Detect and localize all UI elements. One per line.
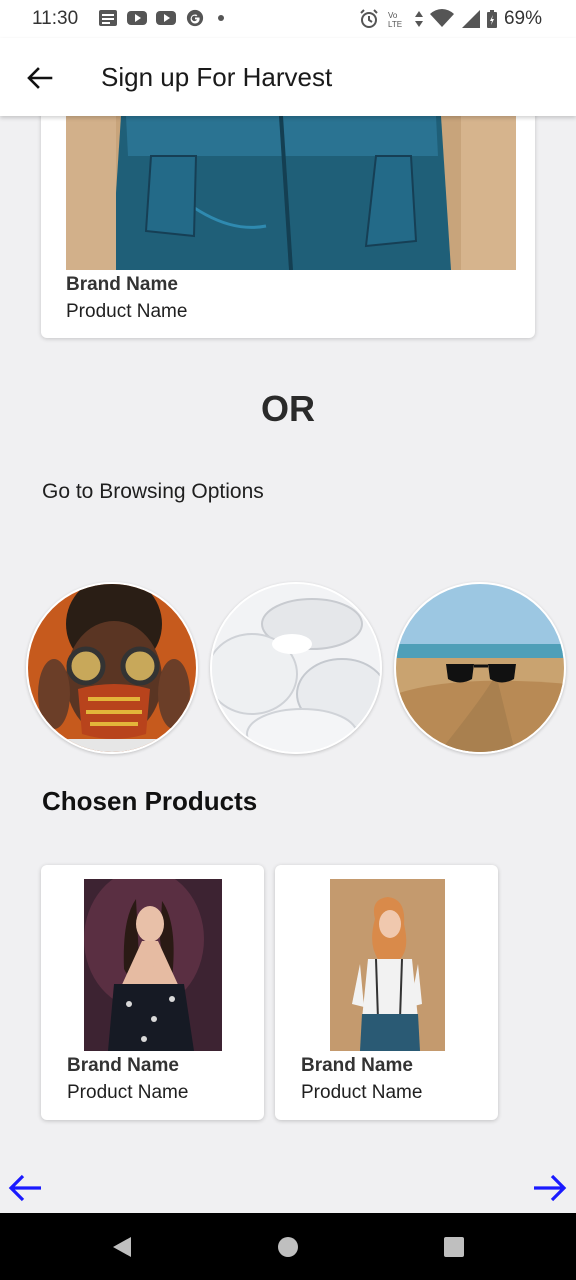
nav-back-icon (113, 1237, 131, 1257)
brand-name: Brand Name (67, 1055, 179, 1076)
page-title: Sign up For Harvest (101, 62, 333, 92)
nav-recents-button[interactable] (440, 1233, 468, 1261)
product-name: Product Name (301, 1082, 423, 1103)
browse-options-label: Go to Browsing Options (42, 480, 264, 503)
product-name: Product Name (67, 1082, 189, 1103)
alarm-icon (360, 9, 378, 28)
nav-home-icon (278, 1237, 298, 1257)
data-arrows-icon (414, 11, 423, 27)
arrow-left-icon (27, 67, 53, 89)
chosen-products-title: Chosen Products (42, 786, 258, 816)
browse-option-2[interactable] (210, 582, 382, 754)
system-navigation-bar (0, 1213, 576, 1280)
arrow-left-icon (8, 1174, 41, 1202)
woman-dark-dress-photo (84, 879, 222, 1051)
status-bar: 11:30 Vo LTE 69% (0, 0, 576, 38)
person-with-goggles-and-mask-photo (28, 584, 196, 752)
or-divider: OR (261, 388, 315, 429)
chosen-product-card[interactable]: Brand Name Product Name (275, 865, 498, 1120)
browse-option-1[interactable] (26, 582, 198, 754)
sunglasses-on-beach-photo (396, 584, 564, 752)
next-button[interactable] (530, 1168, 570, 1208)
svg-text:LTE: LTE (388, 20, 402, 29)
nav-back-button[interactable] (108, 1233, 136, 1261)
news-icon (99, 10, 117, 26)
system-status-icons: Vo LTE 69% (358, 8, 542, 30)
denim-shorts-photo (66, 116, 516, 270)
volte-icon: VoLTE (388, 11, 402, 29)
google-icon (186, 9, 204, 27)
battery-icon (486, 10, 497, 28)
woman-white-shirt-photo (330, 879, 445, 1051)
back-button[interactable] (22, 60, 58, 96)
svg-text:Vo: Vo (388, 11, 398, 20)
product-image (84, 879, 222, 1051)
wifi-icon (429, 9, 454, 27)
notification-icons (98, 9, 224, 27)
youtube-icon (127, 11, 147, 25)
browse-option-3[interactable] (394, 582, 566, 754)
youtube-icon (156, 11, 176, 25)
dot-icon (218, 15, 224, 21)
nav-recents-icon (444, 1237, 464, 1257)
product-card[interactable]: Brand Name Product Name (41, 100, 535, 338)
arrow-right-icon (534, 1174, 567, 1202)
previous-button[interactable] (5, 1168, 45, 1208)
brand-name: Brand Name (66, 274, 178, 295)
signal-icon (461, 10, 480, 28)
product-image (330, 879, 445, 1051)
product-image (66, 116, 516, 270)
chosen-product-card[interactable]: Brand Name Product Name (41, 865, 264, 1120)
battery-percent: 69% (503, 8, 542, 29)
contact-lenses-photo (212, 584, 380, 752)
nav-home-button[interactable] (274, 1233, 302, 1261)
status-time: 11:30 (32, 8, 79, 29)
brand-name: Brand Name (301, 1055, 413, 1076)
product-name: Product Name (66, 301, 188, 322)
app-bar: Sign up For Harvest (0, 38, 576, 116)
